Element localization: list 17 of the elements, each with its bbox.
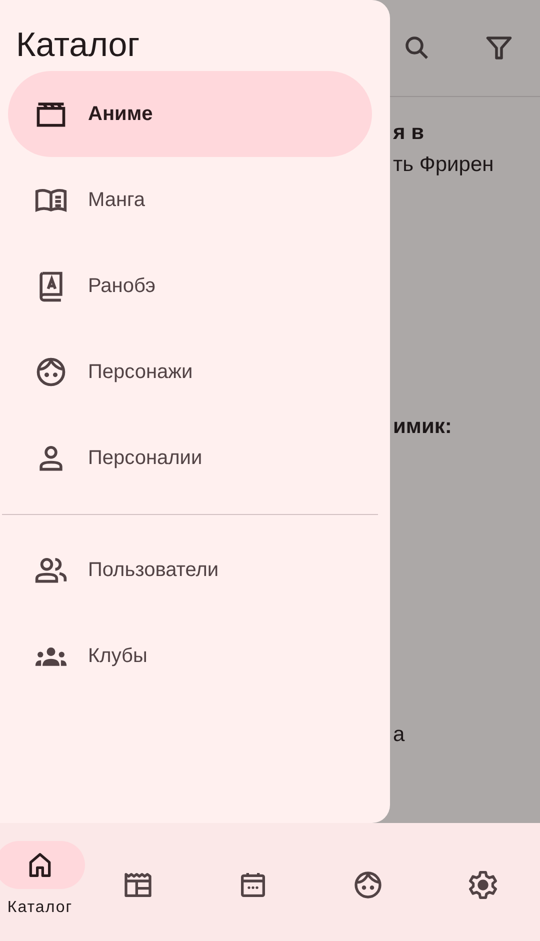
drawer-item[interactable]: Аниме — [8, 71, 372, 157]
drawer-item[interactable]: Персоналии — [8, 415, 372, 501]
drawer-item[interactable]: Ранобэ — [8, 243, 372, 329]
drawer-item[interactable]: Манга — [8, 157, 372, 243]
drawer-title: Каталог — [15, 25, 141, 66]
face-icon — [34, 355, 68, 389]
content-text: ть Фрирен — [393, 153, 495, 177]
drawer-item[interactable]: Персонажи — [8, 329, 372, 415]
content-text: я в — [393, 121, 425, 145]
face-icon — [352, 869, 384, 901]
drawer-item[interactable]: Клубы — [8, 613, 372, 699]
nav-tab[interactable] — [0, 841, 85, 889]
drawer-item[interactable]: Пользователи — [8, 527, 372, 613]
content-text: имик: — [393, 415, 453, 439]
content-text: а — [393, 723, 406, 747]
nav-label: Каталог — [7, 899, 73, 917]
settings-icon — [466, 869, 498, 901]
